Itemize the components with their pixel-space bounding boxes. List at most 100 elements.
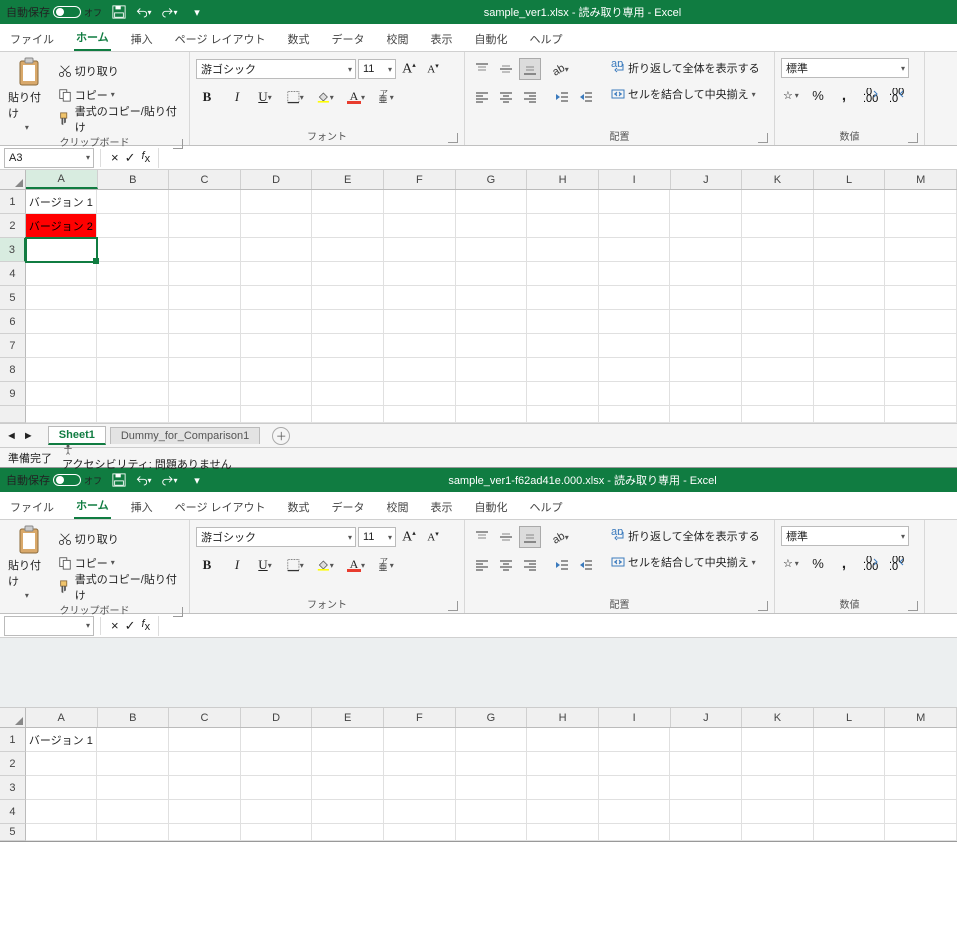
column-header-A[interactable]: A: [26, 170, 98, 189]
tab-automate[interactable]: 自動化: [473, 27, 510, 51]
cell-L4[interactable]: [814, 262, 886, 286]
cell-I7[interactable]: [599, 334, 671, 358]
cell-M5[interactable]: [885, 286, 957, 310]
cell-B9[interactable]: [97, 382, 169, 406]
cell-M1[interactable]: [885, 190, 957, 214]
fill-color-button[interactable]: ▾: [316, 86, 338, 108]
tab-file[interactable]: ファイル: [8, 495, 56, 519]
cell-D10[interactable]: [241, 406, 313, 423]
merge-center-button[interactable]: セルを結合して中央揃え▾: [609, 84, 762, 104]
column-header-G[interactable]: G: [456, 708, 528, 727]
cell-L7[interactable]: [814, 334, 886, 358]
tab-data[interactable]: データ: [330, 27, 367, 51]
cell-M6[interactable]: [885, 310, 957, 334]
cell-B8[interactable]: [97, 358, 169, 382]
formula-input[interactable]: [158, 616, 957, 636]
cell-H1[interactable]: [527, 190, 599, 214]
bold-button[interactable]: B: [196, 86, 218, 108]
align-bottom-button[interactable]: [519, 58, 541, 80]
decrease-indent-button[interactable]: [551, 86, 573, 108]
copy-button[interactable]: コピー▾: [56, 85, 183, 105]
decrease-font-button[interactable]: A▾: [422, 526, 444, 548]
align-bottom-button[interactable]: [519, 526, 541, 548]
column-header-M[interactable]: M: [885, 708, 957, 727]
insert-function-button[interactable]: fx: [142, 618, 151, 634]
border-button[interactable]: ▾: [286, 86, 308, 108]
cell-I4[interactable]: [599, 800, 671, 824]
cell-J1[interactable]: [670, 728, 742, 752]
cell-J6[interactable]: [670, 310, 742, 334]
undo-button[interactable]: ▾: [136, 471, 154, 489]
cell-C1[interactable]: [169, 190, 241, 214]
formula-input[interactable]: [158, 148, 957, 168]
tab-review[interactable]: 校閲: [385, 495, 411, 519]
column-header-M[interactable]: M: [885, 170, 957, 189]
cell-I4[interactable]: [599, 262, 671, 286]
paste-button[interactable]: 貼り付け▾: [6, 523, 52, 602]
cut-button[interactable]: 切り取り: [56, 61, 183, 81]
redo-button[interactable]: ▾: [162, 471, 180, 489]
cell-I8[interactable]: [599, 358, 671, 382]
align-middle-button[interactable]: [495, 58, 517, 80]
cell-B4[interactable]: [97, 262, 169, 286]
comma-button[interactable]: ,: [833, 552, 855, 574]
row-header-9[interactable]: 9: [0, 382, 26, 406]
cell-K2[interactable]: [742, 214, 814, 238]
cell-K6[interactable]: [742, 310, 814, 334]
align-right-button[interactable]: [519, 86, 541, 108]
cell-I2[interactable]: [599, 214, 671, 238]
column-header-K[interactable]: K: [742, 170, 814, 189]
cell-G5[interactable]: [456, 286, 528, 310]
cell-D7[interactable]: [241, 334, 313, 358]
cell-B7[interactable]: [97, 334, 169, 358]
cell-F4[interactable]: [384, 800, 456, 824]
align-center-button[interactable]: [495, 86, 517, 108]
row-header-5[interactable]: 5: [0, 286, 26, 310]
tab-formulas[interactable]: 数式: [286, 27, 312, 51]
cell-C2[interactable]: [169, 752, 241, 776]
cell-L10[interactable]: [814, 406, 886, 423]
enter-formula-button[interactable]: ✓: [125, 150, 136, 166]
cell-E2[interactable]: [312, 752, 384, 776]
cell-M4[interactable]: [885, 800, 957, 824]
cell-M7[interactable]: [885, 334, 957, 358]
insert-function-button[interactable]: fx: [142, 150, 151, 166]
cell-E1[interactable]: [312, 728, 384, 752]
cell-I5[interactable]: [599, 824, 671, 841]
cell-H3[interactable]: [527, 776, 599, 800]
cell-A9[interactable]: [26, 382, 98, 406]
cell-D6[interactable]: [241, 310, 313, 334]
cell-K9[interactable]: [742, 382, 814, 406]
column-header-D[interactable]: D: [241, 708, 313, 727]
save-button[interactable]: [110, 471, 128, 489]
cell-C7[interactable]: [169, 334, 241, 358]
cell-B10[interactable]: [97, 406, 169, 423]
font-size-select[interactable]: 11: [358, 59, 396, 79]
format-painter-button[interactable]: 書式のコピー/貼り付け: [56, 577, 183, 597]
cell-B2[interactable]: [97, 214, 169, 238]
cell-J8[interactable]: [670, 358, 742, 382]
cell-A3[interactable]: [26, 776, 98, 800]
cell-J4[interactable]: [670, 800, 742, 824]
underline-button[interactable]: U▾: [256, 554, 278, 576]
cell-C1[interactable]: [169, 728, 241, 752]
cell-F2[interactable]: [384, 752, 456, 776]
sheet-tab-Sheet1[interactable]: Sheet1: [48, 426, 106, 445]
cell-K2[interactable]: [742, 752, 814, 776]
cell-I9[interactable]: [599, 382, 671, 406]
cell-B1[interactable]: [97, 190, 169, 214]
cell-K5[interactable]: [742, 286, 814, 310]
select-all-corner[interactable]: [0, 708, 26, 727]
column-header-E[interactable]: E: [312, 170, 384, 189]
column-header-C[interactable]: C: [169, 170, 241, 189]
orientation-button[interactable]: ab▾: [551, 526, 573, 548]
cell-E3[interactable]: [312, 776, 384, 800]
row-header-4[interactable]: 4: [0, 800, 26, 824]
cell-M2[interactable]: [885, 752, 957, 776]
column-header-L[interactable]: L: [814, 708, 886, 727]
sheet-nav-next[interactable]: ►: [23, 430, 34, 442]
cell-A1[interactable]: バージョン 1: [26, 190, 98, 214]
cell-K4[interactable]: [742, 262, 814, 286]
tab-insert[interactable]: 挿入: [129, 495, 155, 519]
cell-A5[interactable]: [26, 286, 98, 310]
